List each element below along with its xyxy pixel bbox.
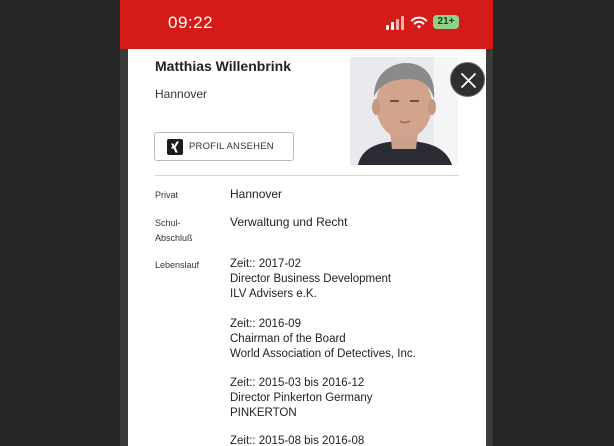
- career-role: Director Business Development: [230, 273, 392, 285]
- close-icon: [461, 73, 476, 88]
- career-entry: Zeit:: 2017-02 Director Business Develop…: [230, 257, 391, 302]
- battery-icon: 21+: [433, 15, 459, 29]
- view-profile-label: PROFIL ANSEHEN: [189, 141, 274, 152]
- profile-photo: [350, 57, 458, 165]
- phone-screen: 09:22 21+ Matthias Willenbrink Hannover: [120, 0, 493, 446]
- career-company: World Association of Detectives, Inc.: [230, 348, 416, 360]
- schul-label-line2: Abschluß: [155, 233, 193, 243]
- privat-value: Hannover: [230, 187, 283, 201]
- schul-label-line1: Schul-: [155, 218, 181, 228]
- career-company: ILV Advisers e.K.: [230, 288, 317, 300]
- career-role: Chairman of the Board: [230, 333, 346, 345]
- profile-city: Hannover: [155, 87, 208, 101]
- career-entry: Zeit:: 2016-09 Chairman of the Board Wor…: [230, 317, 416, 362]
- career-period: Zeit:: 2017-02: [230, 258, 301, 270]
- privat-label: Privat: [155, 190, 179, 200]
- career-entry: Zeit:: 2015-03 bis 2016-12 Director Pink…: [230, 376, 373, 421]
- career-period: Zeit:: 2015-03 bis 2016-12: [230, 377, 365, 389]
- career-company: PINKERTON: [230, 407, 297, 419]
- schul-value: Verwaltung und Recht: [230, 215, 348, 229]
- wifi-icon: [410, 16, 428, 29]
- career-period: Zeit:: 2015-08 bis 2016-08: [230, 435, 365, 446]
- career-role: Director Pinkerton Germany: [230, 392, 373, 404]
- view-profile-button[interactable]: PROFIL ANSEHEN: [154, 132, 294, 161]
- profile-card: Matthias Willenbrink Hannover PROFIL ANS…: [128, 49, 486, 446]
- lebenslauf-label: Lebenslauf: [155, 260, 200, 270]
- close-button[interactable]: [450, 62, 485, 97]
- xing-icon: [167, 138, 183, 155]
- status-time: 09:22: [168, 13, 214, 32]
- career-period: Zeit:: 2016-09: [230, 318, 301, 330]
- status-bar: 09:22 21+: [120, 0, 493, 49]
- career-entry: Zeit:: 2015-08 bis 2016-08: [230, 434, 364, 446]
- profile-name: Matthias Willenbrink: [155, 58, 292, 74]
- signal-icon: [386, 16, 404, 30]
- divider: [155, 175, 459, 176]
